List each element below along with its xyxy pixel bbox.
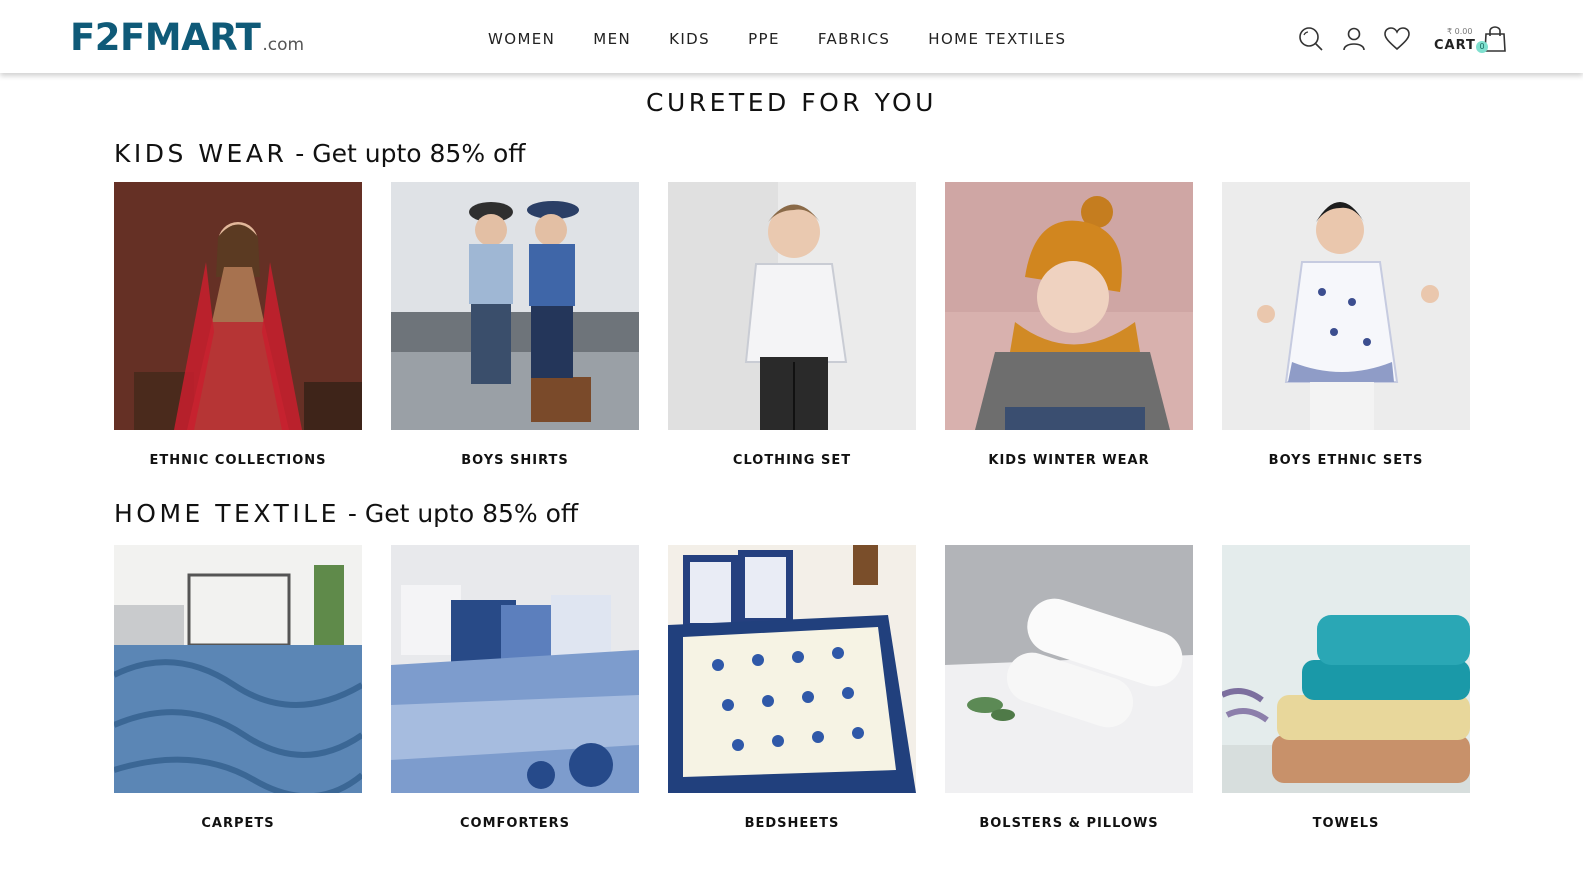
product-card-comforters[interactable]: COMFORTERS — [391, 545, 639, 831]
product-image[interactable] — [668, 545, 916, 793]
product-card-boys-shirts[interactable]: BOYS SHIRTS — [391, 182, 639, 468]
kids-wear-grid: ETHNIC COLLECTIONS BOYS SHIRTS CLOTHING … — [114, 182, 1470, 468]
cart-label: CART — [1434, 38, 1476, 53]
product-card-carpets[interactable]: CARPETS — [114, 545, 362, 831]
site-logo[interactable]: F2FMART .com — [70, 18, 304, 58]
product-label[interactable]: BOLSTERS & PILLOWS — [945, 816, 1193, 831]
section-title-offer: - Get upto 85% off — [287, 139, 526, 168]
product-image[interactable] — [391, 545, 639, 793]
product-image[interactable] — [391, 182, 639, 430]
nav-fabrics[interactable]: FABRICS — [818, 30, 890, 48]
section-title-home-textile: HOME TEXTILE - Get upto 85% off — [114, 499, 578, 528]
product-label[interactable]: COMFORTERS — [391, 816, 639, 831]
product-label[interactable]: ETHNIC COLLECTIONS — [114, 453, 362, 468]
product-label[interactable]: CARPETS — [114, 816, 362, 831]
product-image[interactable] — [668, 182, 916, 430]
main-nav: WOMEN MEN KIDS PPE FABRICS HOME TEXTILES — [488, 30, 1104, 48]
site-header: F2FMART .com WOMEN MEN KIDS PPE FABRICS … — [0, 0, 1583, 73]
product-label[interactable]: TOWELS — [1222, 816, 1470, 831]
product-label[interactable]: BOYS SHIRTS — [391, 453, 639, 468]
product-label[interactable]: BOYS ETHNIC SETS — [1222, 453, 1470, 468]
section-title-main: HOME TEXTILE — [114, 499, 340, 528]
product-image[interactable] — [945, 545, 1193, 793]
logo-main-text: F2FMART — [70, 16, 261, 59]
account-icon[interactable] — [1341, 26, 1367, 52]
product-card-boys-ethnic-sets[interactable]: BOYS ETHNIC SETS — [1222, 182, 1470, 468]
product-card-kids-winter-wear[interactable]: KIDS WINTER WEAR — [945, 182, 1193, 468]
product-image[interactable] — [114, 545, 362, 793]
home-textile-grid: CARPETS COMFORTERS BEDSHEETS BOLSTERS & … — [114, 545, 1470, 831]
nav-home-textiles[interactable]: HOME TEXTILES — [928, 30, 1066, 48]
logo-domain-text: .com — [262, 35, 305, 55]
wishlist-heart-icon[interactable] — [1384, 26, 1410, 52]
nav-kids[interactable]: KIDS — [669, 30, 710, 48]
cart-count-badge: 0 — [1476, 41, 1488, 53]
product-card-bedsheets[interactable]: BEDSHEETS — [668, 545, 916, 831]
section-title-offer: - Get upto 85% off — [339, 499, 579, 528]
page-title: CURETED FOR YOU — [646, 88, 937, 117]
product-label[interactable]: KIDS WINTER WEAR — [945, 453, 1193, 468]
product-image[interactable] — [114, 182, 362, 430]
search-icon[interactable] — [1298, 26, 1324, 52]
section-title-main: KIDS WEAR — [114, 139, 288, 168]
cart-amount: ₹ 0.00 — [1447, 27, 1473, 36]
section-title-kids-wear: KIDS WEAR - Get upto 85% off — [114, 139, 526, 168]
product-image[interactable] — [1222, 182, 1470, 430]
product-card-bolsters-pillows[interactable]: BOLSTERS & PILLOWS — [945, 545, 1193, 831]
product-card-towels[interactable]: TOWELS — [1222, 545, 1470, 831]
product-label[interactable]: BEDSHEETS — [668, 816, 916, 831]
nav-ppe[interactable]: PPE — [748, 30, 780, 48]
product-image[interactable] — [945, 182, 1193, 430]
cart-button[interactable]: ₹ 0.00 CART 0 — [1434, 26, 1509, 56]
product-image[interactable] — [1222, 545, 1470, 793]
nav-men[interactable]: MEN — [593, 30, 631, 48]
nav-women[interactable]: WOMEN — [488, 30, 555, 48]
product-card-ethnic-collections[interactable]: ETHNIC COLLECTIONS — [114, 182, 362, 468]
product-card-clothing-set[interactable]: CLOTHING SET — [668, 182, 916, 468]
product-label[interactable]: CLOTHING SET — [668, 453, 916, 468]
